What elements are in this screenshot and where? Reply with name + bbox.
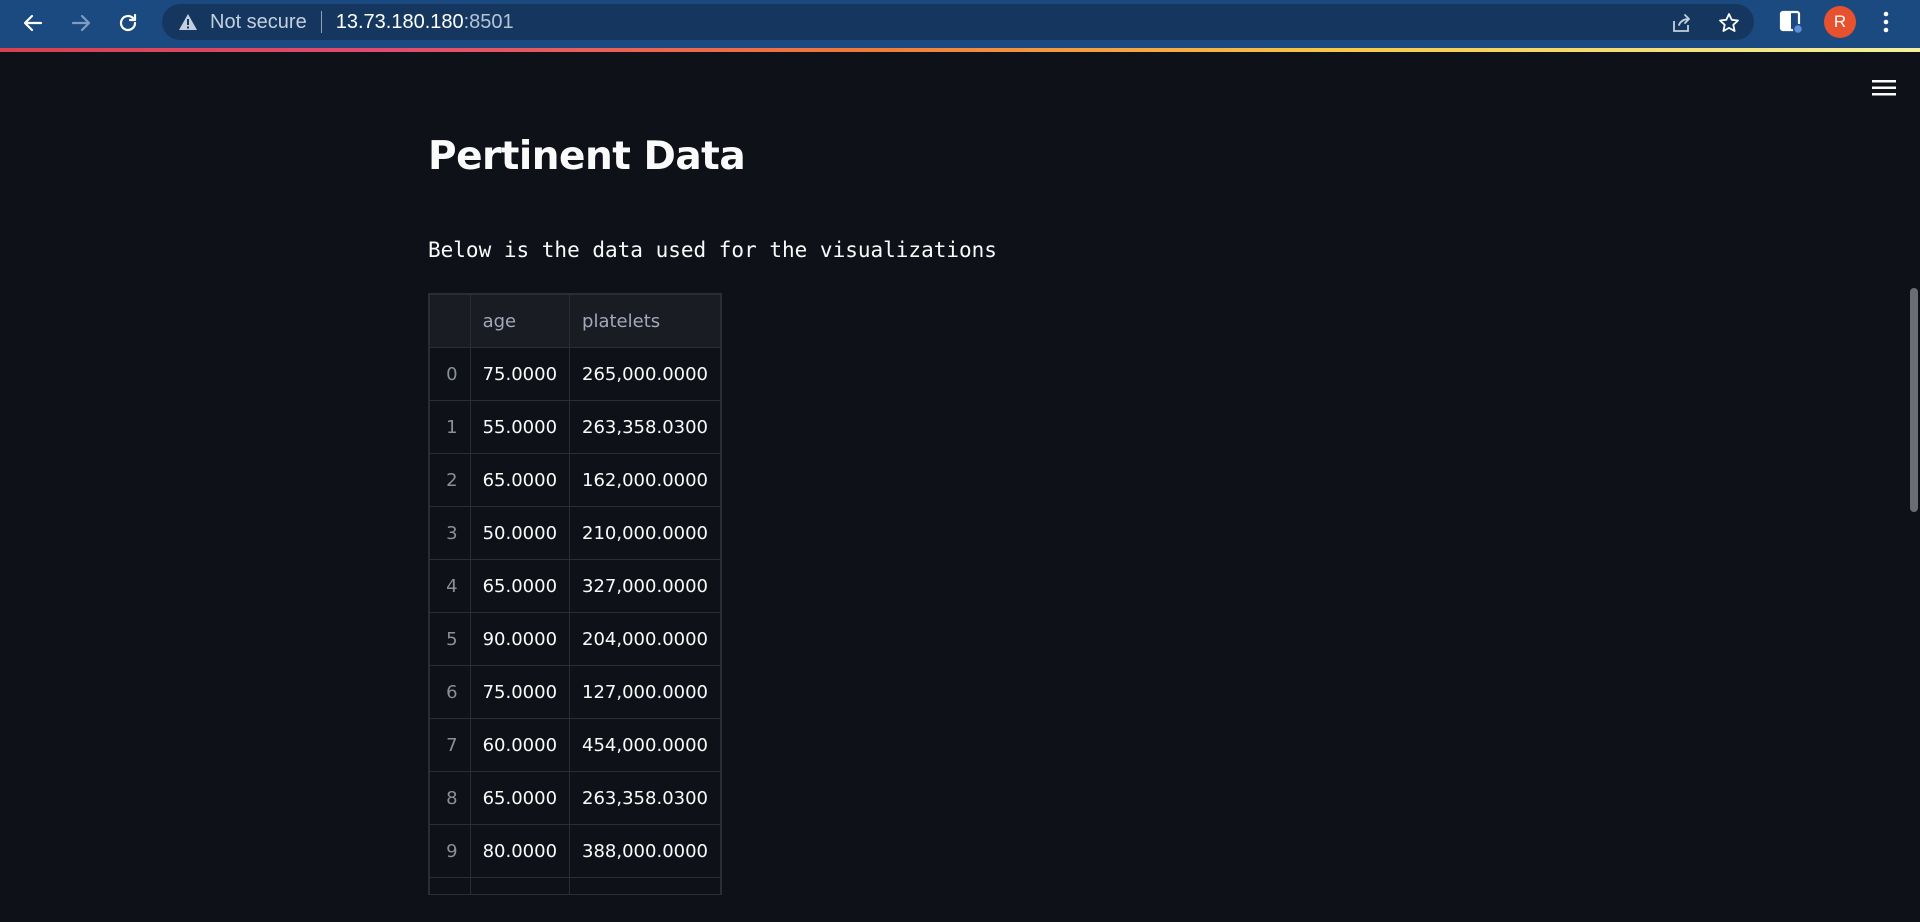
divider — [320, 11, 322, 33]
cell-age[interactable]: 65.0000 — [469, 559, 571, 613]
cell-platelets[interactable]: 162,000.0000 — [569, 453, 721, 507]
url-host[interactable]: 13.73.180.180 — [336, 11, 464, 34]
cell-platelets[interactable]: 127,000.0000 — [569, 665, 721, 719]
cell-age[interactable]: 90.0000 — [469, 612, 571, 666]
row-index: 8 — [429, 771, 471, 825]
table-row[interactable]: 9 80.0000 388,000.0000 — [429, 824, 721, 878]
cell-age[interactable]: 65.0000 — [469, 453, 571, 507]
page-scrollbar[interactable] — [1910, 288, 1918, 512]
cell-age[interactable]: 55.0000 — [469, 400, 571, 454]
hamburger-menu-icon[interactable] — [1872, 78, 1896, 98]
extension-icon[interactable] — [1778, 9, 1804, 35]
table-row[interactable]: 6 75.0000 127,000.0000 — [429, 665, 721, 719]
cell-platelets[interactable]: 204,000.0000 — [569, 612, 721, 666]
column-header-platelets[interactable]: platelets — [569, 294, 721, 348]
column-header-age[interactable]: age — [469, 294, 571, 348]
row-index: 4 — [429, 559, 471, 613]
row-index — [429, 877, 471, 894]
row-index: 0 — [429, 347, 471, 401]
cell-age[interactable]: 75.0000 — [469, 665, 571, 719]
data-table[interactable]: age platelets 0 75.0000 265,000.0000 1 5… — [428, 293, 722, 895]
row-index: 5 — [429, 612, 471, 666]
security-status[interactable]: Not secure — [210, 11, 307, 34]
page-description: Below is the data used for the visualiza… — [428, 238, 997, 262]
table-body: 0 75.0000 265,000.0000 1 55.0000 263,358… — [429, 347, 721, 894]
loading-strip — [0, 48, 1920, 52]
star-icon[interactable] — [1718, 12, 1740, 34]
reload-icon — [119, 13, 137, 32]
row-index: 1 — [429, 400, 471, 454]
cell-age[interactable]: 65.0000 — [469, 771, 571, 825]
cell-age[interactable]: 50.0000 — [469, 506, 571, 560]
cell-platelets[interactable] — [569, 877, 721, 894]
table-row[interactable] — [429, 877, 721, 894]
cell-platelets[interactable]: 327,000.0000 — [569, 559, 721, 613]
table-row[interactable]: 4 65.0000 327,000.0000 — [429, 559, 721, 613]
cell-platelets[interactable]: 454,000.0000 — [569, 718, 721, 772]
row-index: 7 — [429, 718, 471, 772]
cell-age[interactable] — [469, 877, 571, 894]
cell-platelets[interactable]: 388,000.0000 — [569, 824, 721, 878]
cell-platelets[interactable]: 210,000.0000 — [569, 506, 721, 560]
cell-age[interactable]: 60.0000 — [469, 718, 571, 772]
share-icon[interactable] — [1670, 12, 1692, 34]
cell-age[interactable]: 75.0000 — [469, 347, 571, 401]
profile-avatar[interactable]: R — [1824, 6, 1856, 38]
row-index: 3 — [429, 506, 471, 560]
table-row[interactable]: 1 55.0000 263,358.0300 — [429, 400, 721, 454]
table-row[interactable]: 0 75.0000 265,000.0000 — [429, 347, 721, 401]
table-row[interactable]: 7 60.0000 454,000.0000 — [429, 718, 721, 772]
reload-button[interactable] — [111, 6, 145, 40]
table-row[interactable]: 5 90.0000 204,000.0000 — [429, 612, 721, 666]
row-index: 9 — [429, 824, 471, 878]
forward-button[interactable] — [64, 6, 98, 40]
index-header — [429, 294, 471, 348]
table-row[interactable]: 8 65.0000 263,358.0300 — [429, 771, 721, 825]
cell-platelets[interactable]: 263,358.0300 — [569, 771, 721, 825]
warning-icon[interactable] — [178, 12, 198, 32]
table-row[interactable]: 3 50.0000 210,000.0000 — [429, 506, 721, 560]
browser-toolbar: Not secure 13.73.180.180:8501 R — [0, 0, 1920, 50]
arrow-left-icon — [23, 14, 43, 32]
row-index: 2 — [429, 453, 471, 507]
cell-platelets[interactable]: 265,000.0000 — [569, 347, 721, 401]
more-menu-icon[interactable] — [1876, 9, 1896, 35]
row-index: 6 — [429, 665, 471, 719]
back-button[interactable] — [16, 6, 50, 40]
cell-platelets[interactable]: 263,358.0300 — [569, 400, 721, 454]
table-row[interactable]: 2 65.0000 162,000.0000 — [429, 453, 721, 507]
cell-age[interactable]: 80.0000 — [469, 824, 571, 878]
url-port[interactable]: :8501 — [464, 11, 514, 34]
table-header-row: age platelets — [429, 294, 721, 348]
arrow-right-icon — [71, 14, 91, 32]
page-title: Pertinent Data — [428, 134, 746, 179]
address-bar[interactable]: Not secure 13.73.180.180:8501 — [162, 4, 1754, 40]
